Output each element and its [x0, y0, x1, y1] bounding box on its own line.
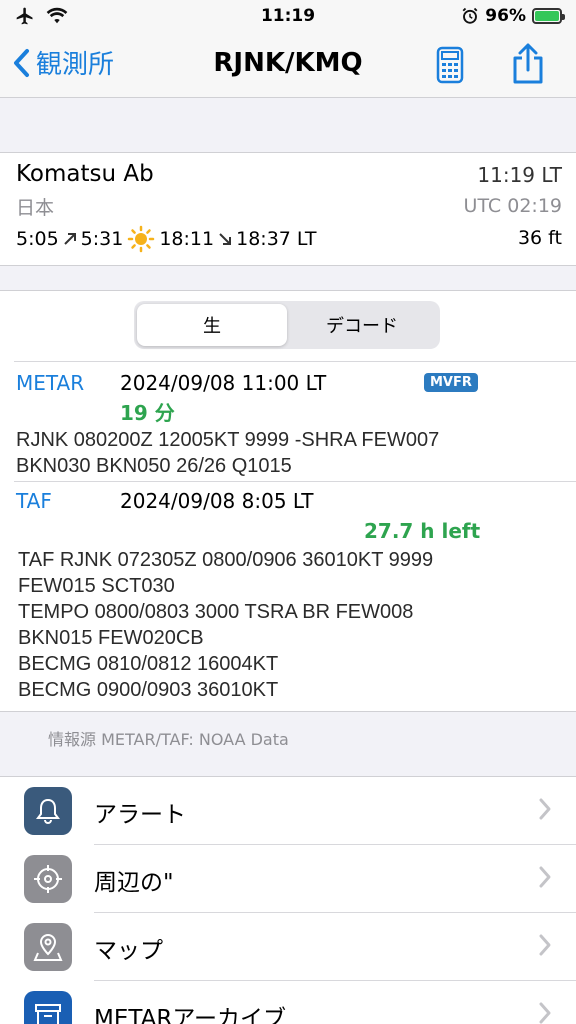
metar-date: 2024/09/08 11:00 LT: [120, 371, 327, 395]
battery-percent: 96%: [485, 6, 526, 26]
taf-date: 2024/09/08 8:05 LT: [120, 489, 314, 513]
sun-times: 5:05 5:31 18:11 18:37 LT: [16, 225, 316, 253]
page-title: RJNK/KMQ: [213, 48, 363, 78]
utc-time: UTC 02:19: [463, 195, 562, 217]
archive-icon: [35, 1004, 61, 1024]
metar-age: 19 分: [120, 401, 175, 425]
menu-item-nearby[interactable]: 周辺の": [0, 845, 576, 913]
menu-label: METARアーカイブ: [94, 1006, 286, 1024]
menu-label: マップ: [94, 938, 163, 964]
metar-raw-text: RJNK 080200Z 12005KT 9999 -SHRA FEW007 B…: [16, 427, 439, 479]
taf-line: FEW015 SCT030: [18, 575, 175, 597]
report-card: 生 デコード METAR 2024/09/08 11:00 LT MVFR 19…: [0, 290, 576, 712]
chevron-right-icon: [539, 866, 551, 888]
station-country: 日本: [16, 197, 55, 219]
chevron-right-icon: [539, 934, 551, 956]
alarm-icon: [462, 7, 478, 24]
station-elevation: 36 ft: [517, 227, 562, 249]
menu-label: 周辺の": [94, 870, 174, 896]
menu-item-map[interactable]: マップ: [0, 913, 576, 981]
menu-label: アラート: [94, 802, 186, 828]
sunrise-time: 5:31: [80, 228, 124, 250]
data-source-note: 情報源 METAR/TAF: NOAA Data: [48, 730, 289, 749]
chevron-right-icon: [539, 798, 551, 820]
sun-icon: [128, 225, 155, 253]
dusk-time: 18:37 LT: [236, 228, 317, 250]
taf-line: BECMG 0810/0812 16004KT: [18, 653, 279, 675]
arrow-up-right-icon: [63, 233, 76, 245]
taf-line: BKN015 FEW020CB: [18, 627, 204, 649]
share-button[interactable]: [510, 42, 546, 90]
calculator-icon: [436, 46, 464, 84]
taf-label: TAF: [16, 489, 52, 513]
action-list: アラート 周辺の" マップ METARアーカイブ: [0, 776, 576, 1024]
divider: [14, 481, 576, 482]
map-icon-box: [24, 923, 72, 971]
calculator-button[interactable]: [436, 46, 464, 88]
taf-line: TAF RJNK 072305Z 0800/0906 36010KT 9999: [18, 549, 434, 571]
metar-label: METAR: [16, 371, 85, 395]
station-header: Komatsu Ab 11:19 LT 日本 UTC 02:19 5:05 5:…: [0, 152, 576, 266]
status-bar: 11:19 96%: [0, 0, 576, 34]
metar-line: RJNK 080200Z 12005KT 9999 -SHRA FEW007: [16, 429, 440, 451]
arrow-down-right-icon: [219, 233, 232, 245]
map-pin-icon: [33, 933, 63, 961]
battery-icon: [532, 8, 565, 24]
taf-remaining: 27.7 h left: [364, 519, 481, 543]
segment-decoded[interactable]: デコード: [287, 304, 437, 346]
nearby-icon-box: [24, 855, 72, 903]
share-icon: [513, 43, 543, 84]
taf-line: TEMPO 0800/0803 3000 TSRA BR FEW008: [18, 601, 414, 623]
taf-raw-text: TAF RJNK 072305Z 0800/0906 36010KT 9999 …: [18, 547, 433, 703]
sunset-time: 18:11: [159, 228, 215, 250]
station-name: Komatsu Ab: [16, 161, 154, 187]
dawn-time: 5:05: [16, 228, 59, 250]
format-segmented-control: 生 デコード: [134, 301, 440, 349]
navigation-bar: 観測所 RJNK/KMQ: [0, 34, 576, 98]
bell-icon: [36, 798, 60, 824]
alert-icon-box: [24, 787, 72, 835]
segment-raw[interactable]: 生: [137, 304, 287, 346]
menu-item-metar-archive[interactable]: METARアーカイブ: [0, 981, 576, 1024]
menu-item-alert[interactable]: アラート: [0, 777, 576, 845]
taf-line: BECMG 0900/0903 36010KT: [18, 679, 279, 701]
status-right: 96%: [461, 6, 565, 26]
flight-category-badge: MVFR: [424, 373, 478, 392]
chevron-right-icon: [539, 1002, 551, 1024]
metar-line: BKN030 BKN050 26/26 Q1015: [16, 455, 292, 477]
local-time: 11:19 LT: [477, 163, 562, 187]
crosshair-icon: [34, 865, 62, 893]
archive-icon-box: [24, 991, 72, 1024]
divider: [14, 361, 576, 362]
